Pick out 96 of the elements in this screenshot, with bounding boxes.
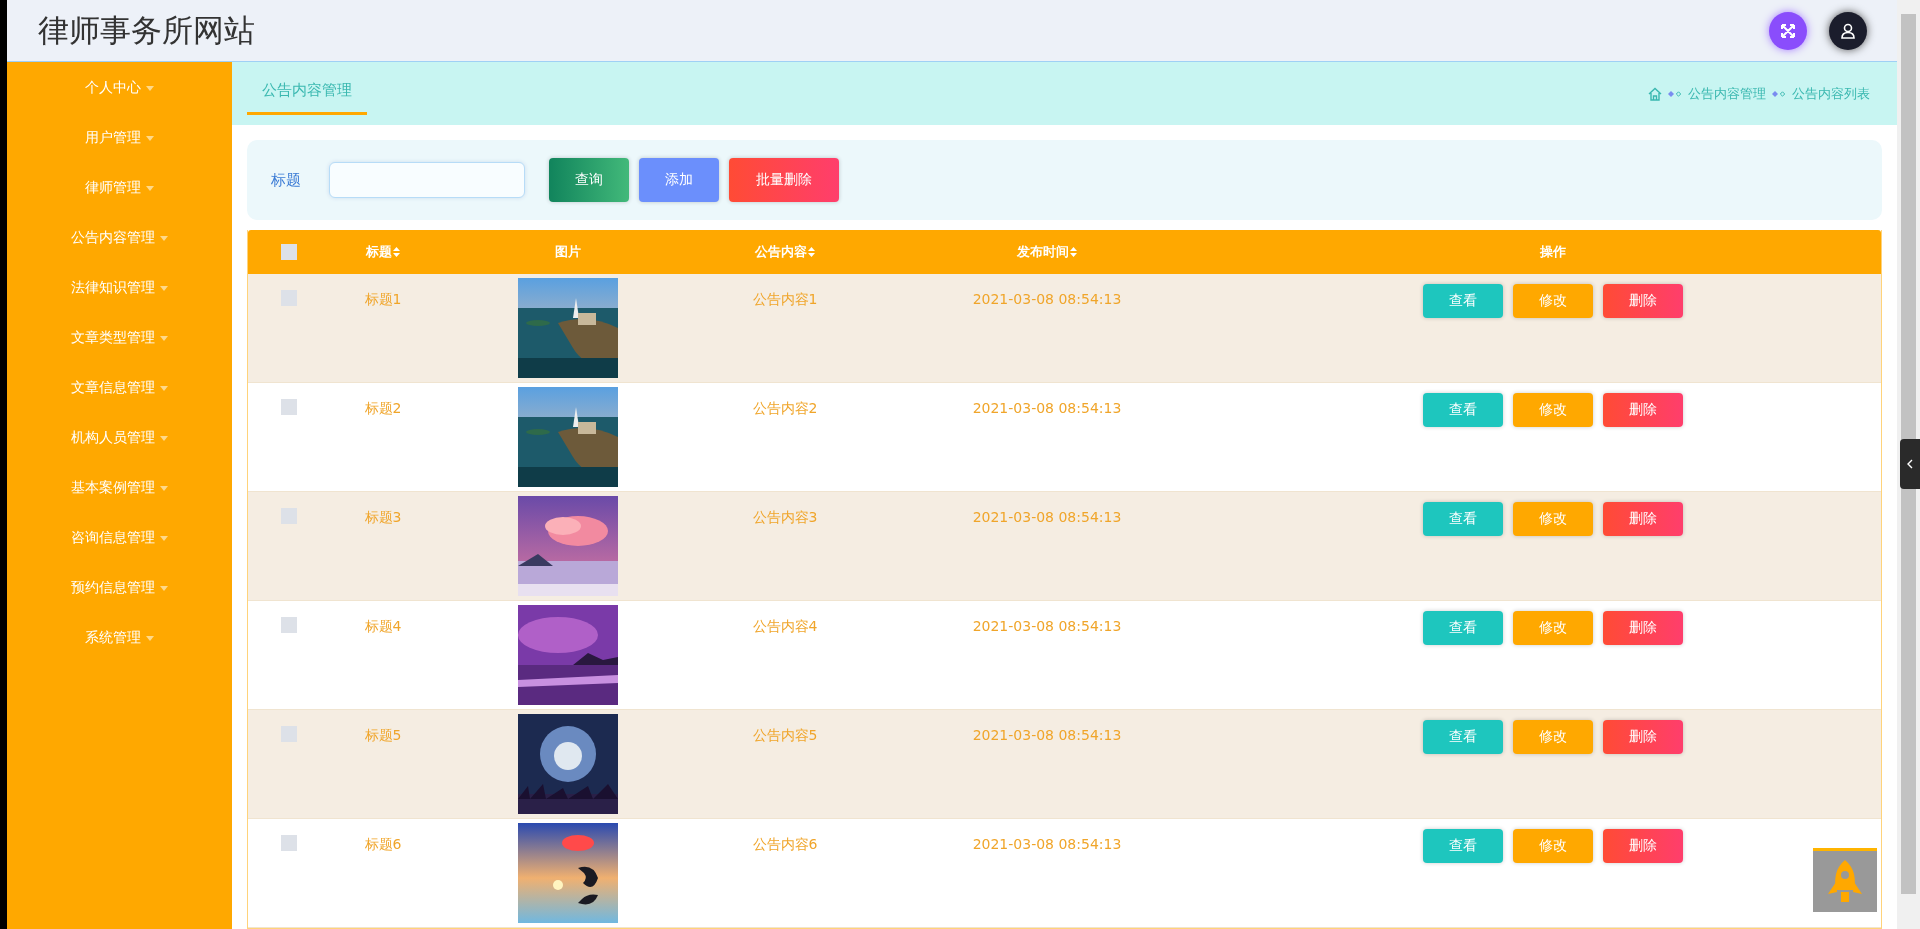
- menu-item[interactable]: 用户管理: [7, 123, 232, 173]
- caret-icon: [160, 235, 168, 241]
- edit-button[interactable]: 修改: [1512, 611, 1593, 645]
- delete-button[interactable]: 删除: [1602, 829, 1683, 863]
- menu-item[interactable]: 咨询信息管理: [7, 523, 232, 573]
- menu-item[interactable]: 法律知识管理: [7, 273, 232, 323]
- table-cell: 2021-03-08 08:54:13: [972, 509, 1122, 525]
- search-button[interactable]: 查询: [549, 158, 629, 202]
- table-cell: 2021-03-08 08:54:13: [972, 727, 1122, 743]
- caret-icon: [160, 335, 168, 341]
- view-button[interactable]: 查看: [1422, 720, 1503, 754]
- back-to-top-button[interactable]: [1813, 848, 1877, 912]
- checkbox[interactable]: [281, 835, 297, 851]
- column-header: 图片: [555, 243, 581, 261]
- breadcrumb-link[interactable]: 公告内容列表: [1792, 84, 1870, 103]
- table-cell: 标题1: [364, 291, 402, 309]
- chevron-icon: [1907, 459, 1913, 469]
- view-button[interactable]: 查看: [1422, 502, 1503, 536]
- menu-item[interactable]: 个人中心: [7, 73, 232, 123]
- column-header[interactable]: 公告内容: [755, 243, 807, 261]
- expand-icon: [1780, 22, 1796, 39]
- table-cell: 公告内容4: [752, 618, 818, 636]
- sort-icon[interactable]: [1070, 247, 1077, 257]
- checkbox[interactable]: [281, 290, 297, 306]
- delete-button[interactable]: 删除: [1602, 502, 1683, 536]
- table-cell: 公告内容3: [752, 509, 818, 527]
- caret-icon: [146, 85, 154, 91]
- tab[interactable]: 公告内容管理: [247, 62, 367, 115]
- delete-button[interactable]: 删除: [1602, 611, 1683, 645]
- table-cell: 标题3: [364, 509, 402, 527]
- menu-item[interactable]: 基本案例管理: [7, 473, 232, 523]
- sort-icon[interactable]: [808, 247, 815, 257]
- table-cell: 2021-03-08 08:54:13: [972, 291, 1122, 307]
- caret-icon: [160, 535, 168, 541]
- sort-icon[interactable]: [393, 247, 400, 257]
- fullscreen-button[interactable]: [1769, 11, 1807, 50]
- checkbox[interactable]: [281, 508, 297, 524]
- menu-item[interactable]: 预约信息管理: [7, 573, 232, 623]
- table-cell: 公告内容5: [752, 727, 818, 745]
- user-button[interactable]: [1829, 11, 1867, 50]
- table-cell: 2021-03-08 08:54:13: [972, 400, 1122, 416]
- table-cell: 标题5: [364, 727, 402, 745]
- checkbox[interactable]: [281, 726, 297, 742]
- menu-item[interactable]: 文章类型管理: [7, 323, 232, 373]
- caret-icon: [160, 385, 168, 391]
- field-label: 标题: [271, 170, 301, 190]
- checkbox[interactable]: [281, 617, 297, 633]
- separator-icon: [1668, 90, 1682, 97]
- menu-item[interactable]: 律师管理: [7, 173, 232, 223]
- scrollbar-thumb[interactable]: [1901, 14, 1916, 894]
- table-cell: 2021-03-08 08:54:13: [972, 618, 1122, 634]
- menu-item[interactable]: 公告内容管理: [7, 223, 232, 273]
- column-header[interactable]: 发布时间: [1017, 243, 1069, 261]
- caret-icon: [160, 485, 168, 491]
- add-button[interactable]: 添加: [639, 158, 719, 202]
- edit-button[interactable]: 修改: [1512, 502, 1593, 536]
- delete-button[interactable]: 删除: [1602, 284, 1683, 318]
- edit-button[interactable]: 修改: [1512, 720, 1593, 754]
- view-button[interactable]: 查看: [1422, 393, 1503, 427]
- view-button[interactable]: 查看: [1422, 611, 1503, 645]
- checkbox[interactable]: [281, 399, 297, 415]
- table-cell: 公告内容1: [752, 291, 818, 309]
- table-cell: 标题2: [364, 400, 402, 418]
- breadcrumb-link[interactable]: 公告内容管理: [1688, 84, 1766, 103]
- home-icon[interactable]: [1648, 86, 1662, 101]
- delete-button[interactable]: 批量删除: [729, 158, 839, 202]
- delete-button[interactable]: 删除: [1602, 393, 1683, 427]
- caret-icon: [146, 635, 154, 641]
- caret-icon: [146, 185, 154, 191]
- edit-button[interactable]: 修改: [1512, 393, 1593, 427]
- column-header: 操作: [1539, 243, 1566, 261]
- table-cell: 公告内容6: [752, 836, 818, 854]
- caret-icon: [160, 285, 168, 291]
- delete-button[interactable]: 删除: [1602, 720, 1683, 754]
- view-button[interactable]: 查看: [1422, 829, 1503, 863]
- caret-icon: [146, 135, 154, 141]
- table-cell: 公告内容2: [752, 400, 818, 418]
- table-cell: 2021-03-08 08:54:13: [972, 836, 1122, 852]
- caret-icon: [160, 435, 168, 441]
- view-button[interactable]: 查看: [1422, 284, 1503, 318]
- panel-toggle[interactable]: [1900, 439, 1920, 489]
- table-cell: 标题4: [364, 618, 402, 636]
- edit-button[interactable]: 修改: [1512, 829, 1593, 863]
- rocket-icon: [1828, 859, 1862, 904]
- edit-button[interactable]: 修改: [1512, 284, 1593, 318]
- menu-item[interactable]: 系统管理: [7, 623, 232, 673]
- menu-item[interactable]: 机构人员管理: [7, 423, 232, 473]
- separator-icon: [1772, 90, 1786, 97]
- search-field[interactable]: [329, 162, 525, 198]
- column-header[interactable]: 标题: [366, 243, 392, 261]
- checkbox[interactable]: [281, 244, 297, 260]
- caret-icon: [160, 585, 168, 591]
- site-title: 律师事务所网站: [38, 10, 256, 50]
- user-icon: [1840, 22, 1856, 39]
- menu-item[interactable]: 文章信息管理: [7, 373, 232, 423]
- table-cell: 标题6: [364, 836, 402, 854]
